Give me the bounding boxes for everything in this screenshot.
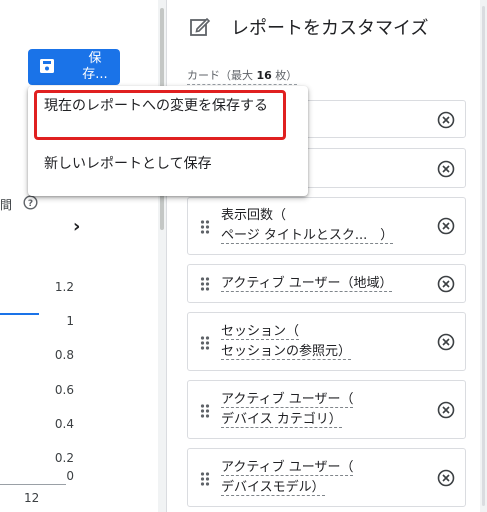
card-label: 表示回数（ ページ タイトルとスク... ） (221, 208, 394, 244)
save-button-label: 保 存... (82, 51, 108, 82)
remove-card-icon[interactable] (437, 111, 455, 129)
metric-label: 間 (0, 198, 13, 212)
save-menu: 現在のレポートへの変更を保存する 新しいレポートとして保存 (28, 86, 308, 196)
card-item[interactable]: 表示回数（ ページ タイトルとスク... ） (187, 197, 466, 255)
customize-panel: レポートをカスタマイズ カード（最大 16 枚） 表示回数（ ページ タイトルと… (166, 0, 487, 512)
y-tick: 1 (66, 314, 74, 328)
remove-card-icon[interactable] (437, 275, 455, 293)
card-label: アクティブ ユーザー（ デバイス カテゴリ） (221, 392, 354, 428)
y-tick: 0.8 (54, 348, 74, 362)
card-item[interactable]: アクティブ ユーザー（地域） (187, 264, 466, 303)
drag-handle-icon[interactable] (200, 404, 210, 418)
cards-label: カード（最大 16 枚） (187, 67, 298, 85)
menu-item-save-as-new[interactable]: 新しいレポートとして保存 (44, 153, 212, 173)
y-tick: 1.2 (54, 280, 74, 294)
card-item[interactable]: アクティブ ユーザー（ デバイス カテゴリ） (187, 380, 466, 439)
y-tick: 0.4 (54, 417, 74, 431)
edit-report-icon (190, 17, 211, 36)
x-axis-line (0, 484, 66, 485)
remove-card-icon[interactable] (437, 401, 455, 419)
remove-card-icon[interactable] (437, 469, 455, 487)
card-item[interactable]: アクティブ ユーザー（ デバイスモデル） (187, 448, 466, 507)
card-item[interactable]: セッション（ セッションの参照元） (187, 312, 466, 371)
svg-text:?: ? (28, 199, 33, 209)
save-button[interactable]: 保 存... (28, 49, 120, 85)
drag-handle-icon[interactable] (200, 336, 210, 350)
save-icon (40, 59, 54, 73)
report-pane: 保 存... 間 ? › 1.2 1 0.8 0.6 0.4 0.2 0 12 (0, 0, 164, 512)
remove-card-icon[interactable] (437, 333, 455, 351)
card-label: アクティブ ユーザー（地域） (221, 276, 393, 292)
remove-card-icon[interactable] (437, 217, 455, 235)
x-tick: 12 (24, 491, 40, 505)
remove-card-icon[interactable] (437, 160, 455, 178)
y-tick: 0.2 (54, 451, 74, 465)
panel-scrollbar-thumb[interactable] (482, 6, 485, 506)
panel-title: レポートをカスタマイズ (231, 18, 429, 39)
drag-handle-icon[interactable] (200, 472, 210, 486)
drag-handle-icon[interactable] (200, 220, 210, 234)
menu-item-save-changes[interactable]: 現在のレポートへの変更を保存する (34, 90, 286, 140)
chevron-right-icon[interactable]: › (73, 216, 80, 237)
help-icon[interactable]: ? (23, 195, 38, 210)
y-tick: 0.6 (54, 383, 74, 397)
card-label: アクティブ ユーザー（ デバイスモデル） (221, 460, 354, 496)
card-label: セッション（ セッションの参照元） (221, 324, 352, 360)
y-tick: 0 (66, 469, 74, 483)
drag-handle-icon[interactable] (200, 277, 210, 291)
